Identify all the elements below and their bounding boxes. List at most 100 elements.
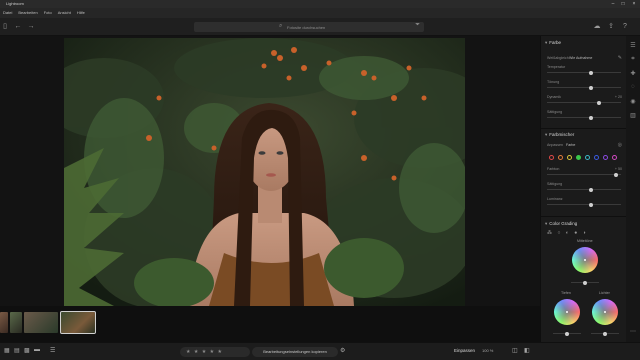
slider-knob[interactable]	[589, 202, 593, 207]
midtones-luminance-track[interactable]	[571, 280, 599, 285]
search-icon: ⌕	[279, 23, 283, 29]
filmstrip-thumbnail-active[interactable]	[60, 311, 96, 334]
more-options-icon[interactable]: ⋯	[629, 328, 637, 335]
main-photo[interactable]	[64, 38, 465, 306]
section-divider	[541, 216, 626, 217]
slider-knob[interactable]	[589, 115, 593, 120]
color-swatch[interactable]	[576, 155, 581, 160]
slider-label: Luminanz	[547, 197, 563, 201]
photo-grid-icon[interactable]: ▦	[4, 347, 10, 354]
slider-knob[interactable]	[589, 85, 593, 90]
slider-label: Tönung	[547, 80, 560, 84]
shadows-luminance-track[interactable]	[553, 331, 581, 336]
menu-ansicht[interactable]: Ansicht	[55, 8, 74, 18]
fit-zoom-label[interactable]: Einpassen	[454, 348, 475, 353]
zoom-level[interactable]: 100 %	[482, 348, 493, 353]
edit-sliders-icon[interactable]: ☰	[629, 42, 637, 49]
slider-knob[interactable]	[589, 70, 593, 75]
filter-icon[interactable]: ⏷	[415, 22, 420, 29]
slider-track[interactable]	[547, 85, 621, 90]
slider-knob[interactable]	[597, 100, 602, 105]
menu-foto[interactable]: Foto	[41, 8, 55, 18]
color-swatch[interactable]	[594, 155, 599, 160]
section-farbmischer-header[interactable]: ▾ Farbmischer	[545, 132, 574, 138]
menu-datei[interactable]: Datei	[0, 8, 15, 18]
minimize-button[interactable]: –	[608, 0, 618, 8]
settings-icon[interactable]: ⚙	[340, 347, 345, 354]
maximize-button[interactable]: □	[618, 0, 628, 8]
slider-track[interactable]	[547, 100, 621, 105]
menu-hilfe[interactable]: Hilfe	[74, 8, 88, 18]
detail-view-icon[interactable]: ▩	[24, 347, 30, 354]
midtones-label: Mitteltöne	[577, 239, 593, 243]
highlights-luminance-track[interactable]	[591, 331, 619, 336]
white-balance-select[interactable]: Wie Aufnahme	[569, 56, 592, 60]
slider-label: Farbton	[547, 167, 560, 171]
color-swatch[interactable]	[612, 155, 617, 160]
section-farbe-title: Farbe	[549, 40, 562, 45]
search-box[interactable]: ⌕ ⏷	[194, 22, 424, 32]
color-swatch[interactable]	[558, 155, 563, 160]
red-eye-icon[interactable]: ◉	[629, 98, 637, 105]
square-grid-icon[interactable]: ▤	[14, 347, 20, 354]
help-icon[interactable]: ?	[620, 22, 630, 32]
bottom-bar: ▦ ▤ ▩ ▬ ☰ ★ ★ ★ ★ ★ Bearbeitungseinstell…	[0, 342, 640, 360]
grading-mode-icons[interactable]: ⁂ ○ ◐ ● ◑	[547, 230, 588, 236]
highlights-luminance-knob[interactable]	[603, 331, 607, 336]
compare-icon[interactable]: ◫	[512, 347, 518, 354]
white-balance-label: Weißabgleich	[547, 56, 569, 60]
slider-value[interactable]: + 20	[615, 95, 622, 99]
presets-icon[interactable]: ▥	[629, 112, 637, 119]
portrait-photo	[64, 38, 465, 306]
color-swatch[interactable]	[585, 155, 590, 160]
slider-track[interactable]	[547, 202, 621, 207]
color-swatch[interactable]	[549, 155, 554, 160]
back-arrow-icon[interactable]: ←	[13, 22, 23, 32]
filmstrip-thumbnail[interactable]	[24, 312, 58, 333]
slider-track[interactable]	[547, 172, 621, 177]
section-divider	[541, 128, 626, 129]
color-swatch[interactable]	[567, 155, 572, 160]
menu-bearbeiten[interactable]: Bearbeiten	[15, 8, 40, 18]
section-color-grading-title: Color Grading	[549, 221, 578, 226]
slider-label: Sättigung	[547, 110, 563, 114]
midtones-luminance-knob[interactable]	[583, 280, 587, 285]
highlights-wheel-handle[interactable]	[604, 311, 606, 313]
sort-icon[interactable]: ☰	[50, 347, 55, 354]
title-bar: Lightroom – □ ×	[0, 0, 640, 8]
image-canvas	[0, 36, 540, 306]
eyedropper-icon[interactable]: ✎	[618, 55, 622, 61]
shadows-luminance-knob[interactable]	[565, 331, 569, 336]
close-button[interactable]: ×	[629, 0, 639, 8]
forward-arrow-icon[interactable]: →	[26, 22, 36, 32]
filmstrip-thumbnail[interactable]	[0, 312, 8, 333]
cloud-sync-icon[interactable]: ☁	[592, 22, 602, 32]
midtones-wheel-handle[interactable]	[584, 259, 586, 261]
slider-value[interactable]: + 50	[615, 167, 622, 171]
mixer-adjust-select[interactable]: Farbe	[566, 143, 575, 147]
before-after-icon[interactable]: ◧	[524, 347, 530, 354]
color-swatch[interactable]	[603, 155, 608, 160]
crop-icon[interactable]: ⌗	[629, 56, 637, 63]
mixer-adjust-label: Anpassen	[547, 143, 563, 147]
shadows-wheel-handle[interactable]	[566, 311, 568, 313]
section-color-grading-header[interactable]: ▾ Color Grading	[545, 221, 577, 227]
highlights-label: Lichter	[599, 291, 610, 295]
slider-knob[interactable]	[589, 187, 593, 192]
slider-track[interactable]	[547, 70, 621, 75]
masking-icon[interactable]: ◌	[629, 84, 637, 90]
filmstrip-thumbnail[interactable]	[10, 312, 22, 333]
edit-panel: ▾ Farbe Weißabgleich Wie Aufnahme ✎ Tempe…	[540, 36, 626, 342]
share-icon[interactable]: ⇪	[606, 22, 616, 32]
target-adjust-icon[interactable]: ◎	[618, 142, 622, 148]
single-view-icon[interactable]: ▬	[34, 347, 40, 353]
panel-toggle-icon[interactable]: ▯	[0, 22, 10, 32]
slider-knob[interactable]	[613, 172, 618, 177]
slider-track[interactable]	[547, 187, 621, 192]
healing-icon[interactable]: ✚	[629, 70, 637, 77]
search-input[interactable]	[287, 23, 387, 31]
copy-settings-button[interactable]: Bearbeitungseinstellungen kopieren	[252, 347, 338, 357]
section-farbe-header[interactable]: ▾ Farbe	[545, 40, 561, 46]
slider-track[interactable]	[547, 115, 621, 120]
star-rating[interactable]: ★ ★ ★ ★ ★	[180, 347, 250, 357]
